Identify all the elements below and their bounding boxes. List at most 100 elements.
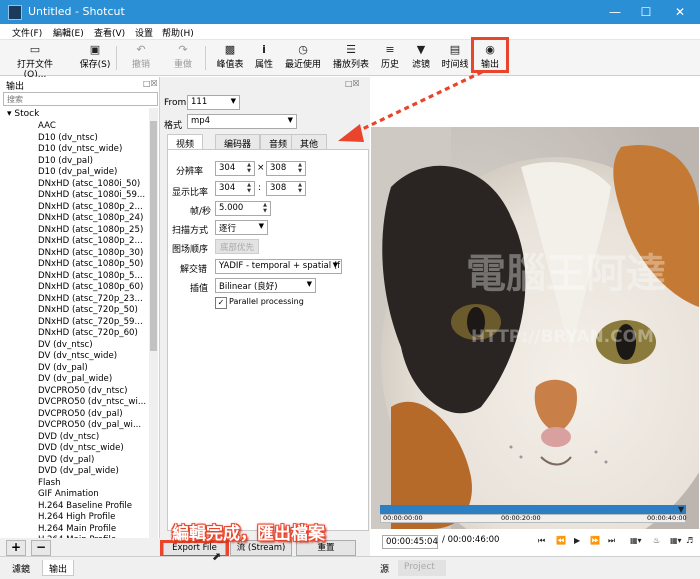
aspect-height-input[interactable]: 308 ▲ ▼ xyxy=(266,181,306,196)
preset-item[interactable]: DNxHD (atsc_1080p_60) xyxy=(38,282,143,292)
tab-filters[interactable]: 濾鏡 xyxy=(6,560,36,576)
menu-file[interactable]: 文件(F) xyxy=(12,26,42,39)
minimize-button[interactable]: — xyxy=(598,0,632,24)
preset-item[interactable]: DVD (dv_pal_wide) xyxy=(38,466,119,476)
aspect-width-input[interactable]: 304 ▲ ▼ xyxy=(215,181,255,196)
menu-edit[interactable]: 編輯(E) xyxy=(53,26,84,39)
remove-preset-button[interactable]: − xyxy=(31,540,51,556)
scrollbar-thumb[interactable] xyxy=(150,121,157,351)
tab-source[interactable]: 源 xyxy=(374,560,395,576)
preset-item[interactable]: DVCPRO50 (dv_pal_wi... xyxy=(38,420,141,430)
preset-item[interactable]: DVCPRO50 (dv_ntsc) xyxy=(38,386,128,396)
add-preset-button[interactable]: + xyxy=(6,540,26,556)
preset-item[interactable]: DNxHD (atsc_1080p_24) xyxy=(38,213,143,223)
tab-other[interactable]: 其他 xyxy=(291,134,328,150)
tab-codec[interactable]: 编码器 xyxy=(215,134,261,150)
playhead-icon[interactable]: ▼ xyxy=(678,505,686,514)
preset-item[interactable]: DNxHD (atsc_1080p_25) xyxy=(38,225,143,235)
preset-item[interactable]: AAC xyxy=(38,121,56,131)
preset-item[interactable]: DNxHD (atsc_720p_59... xyxy=(38,317,143,327)
properties-label: 属性 xyxy=(254,60,273,70)
preset-item[interactable]: DVCPRO50 (dv_pal) xyxy=(38,409,123,419)
preset-item[interactable]: DVD (dv_ntsc) xyxy=(38,432,99,442)
recent-button[interactable]: ◷ 最近使用 xyxy=(282,43,324,73)
preset-item[interactable]: DNxHD (atsc_1080i_50) xyxy=(38,179,140,189)
preset-item[interactable]: DNxHD (atsc_720p_23... xyxy=(38,294,143,304)
preset-search-input[interactable] xyxy=(3,92,158,106)
redo-button[interactable]: ↷ 重做 xyxy=(166,43,200,73)
preset-item[interactable]: DNxHD (atsc_1080p_30) xyxy=(38,248,143,258)
play-icon[interactable]: ▶ xyxy=(574,536,580,545)
preset-item[interactable]: D10 (dv_ntsc_wide) xyxy=(38,144,122,154)
maximize-button[interactable]: ☐ xyxy=(629,0,663,24)
deinterlace-select[interactable]: YADIF - temporal + spatial (f ▼ xyxy=(215,259,342,274)
zoom-icon[interactable]: ▦▾ xyxy=(630,536,642,545)
preset-item[interactable]: DNxHD (atsc_1080p_5... xyxy=(38,271,143,281)
preset-item[interactable]: DNxHD (atsc_1080p_2... xyxy=(38,236,143,246)
volume-icon[interactable]: ♨ xyxy=(653,536,660,545)
preset-item[interactable]: DVCPRO50 (dv_ntsc_wi... xyxy=(38,397,146,407)
interpolation-select[interactable]: Bilinear (良好) ▼ xyxy=(215,278,316,293)
resolution-height-input[interactable]: 308 ▲ ▼ xyxy=(266,161,306,176)
preset-item[interactable]: DV (dv_pal) xyxy=(38,363,88,373)
stock-label: Stock xyxy=(14,109,40,119)
preset-item[interactable]: DNxHD (atsc_1080p_50) xyxy=(38,259,143,269)
menu-help[interactable]: 帮助(H) xyxy=(162,26,194,39)
preset-item[interactable]: DNxHD (atsc_1080p_2... xyxy=(38,202,143,212)
deinterlace-label: 解交错 xyxy=(180,265,208,275)
preset-item[interactable]: H.264 Main Profile xyxy=(38,524,116,534)
preset-item[interactable]: D10 (dv_pal) xyxy=(38,156,93,166)
close-button[interactable]: ✕ xyxy=(663,0,697,24)
panel-float-icon[interactable]: □☒ xyxy=(143,79,158,88)
save-button[interactable]: ▣ 保存(S) xyxy=(78,43,112,73)
peak-meter-icon: ▩ xyxy=(224,43,236,56)
preset-item[interactable]: DV (dv_pal_wide) xyxy=(38,374,112,384)
preset-item[interactable]: GIF Animation xyxy=(38,489,99,499)
preset-item[interactable]: DNxHD (atsc_720p_50) xyxy=(38,305,138,315)
preset-list[interactable]: ▾ Stock AAC D10 (dv_ntsc) D10 (dv_ntsc_wid… xyxy=(3,108,149,538)
menu-settings[interactable]: 设置 xyxy=(135,26,153,39)
aspect-w-value: 304 xyxy=(219,183,236,193)
preset-item[interactable]: DV (dv_ntsc_wide) xyxy=(38,351,117,361)
preset-item[interactable]: H.264 High Profile xyxy=(38,512,115,522)
dropdown-arrow-icon: ▼ xyxy=(306,280,312,288)
fast-forward-icon[interactable]: ⏩ xyxy=(590,536,600,545)
timecode-input[interactable]: 00:00:45:04 xyxy=(382,535,438,549)
parallel-processing-checkbox[interactable]: ✓ xyxy=(215,297,227,309)
preset-item[interactable]: D10 (dv_ntsc) xyxy=(38,133,98,143)
fps-input[interactable]: 5.000 ▲ ▼ xyxy=(215,201,271,216)
preset-item[interactable]: DNxHD (atsc_720p_60) xyxy=(38,328,138,338)
skip-previous-icon[interactable]: ⏮ xyxy=(538,536,545,546)
preset-item[interactable]: DV (dv_ntsc) xyxy=(38,340,93,350)
timeline-ruler[interactable]: 00:00:00:00 00:00:20:00 00:00:40:00 ▼ xyxy=(380,505,687,525)
open-file-button[interactable]: ▭ 打开文件(O)... xyxy=(6,43,64,80)
rewind-icon[interactable]: ⏪ xyxy=(556,536,566,545)
tab-video[interactable]: 视频 xyxy=(167,134,204,150)
preset-item[interactable]: DVD (dv_pal) xyxy=(38,455,94,465)
tab-project[interactable]: Project xyxy=(398,560,446,576)
preset-item[interactable]: H.264 Baseline Profile xyxy=(38,501,132,511)
transport-controls: 00:00:45:04 / 00:00:46:00 ⏮ ⏪ ▶ ⏩ ⏭ ▦▾ ♨… xyxy=(370,532,700,552)
preset-item[interactable]: D10 (dv_pal_wide) xyxy=(38,167,117,177)
preset-item[interactable]: Flash xyxy=(38,478,61,488)
volume-speaker-icon[interactable]: ♬ xyxy=(686,536,693,545)
preset-item[interactable]: DVD (dv_ntsc_wide) xyxy=(38,443,124,453)
preset-item[interactable]: DNxHD (atsc_1080i_59... xyxy=(38,190,145,200)
grid-icon[interactable]: ▦▾ xyxy=(670,536,682,545)
undo-button[interactable]: ↶ 撤销 xyxy=(124,43,158,73)
from-value: 111 xyxy=(191,97,208,107)
properties-button[interactable]: i 属性 xyxy=(250,43,278,73)
field-order-select[interactable]: 底部优先 xyxy=(215,239,259,254)
resolution-width-input[interactable]: 304 ▲ ▼ xyxy=(215,161,255,176)
peak-meter-button[interactable]: ▩ 峰值表 xyxy=(213,43,247,73)
skip-next-icon[interactable]: ⏭ xyxy=(608,536,615,546)
video-frame[interactable]: 電腦王阿達 HTTP://BRYAN.COM xyxy=(371,127,699,529)
timeline-range-bar[interactable] xyxy=(380,505,686,514)
from-select[interactable]: 111 ▼ xyxy=(187,95,240,110)
tree-header-stock[interactable]: ▾ Stock xyxy=(7,109,39,119)
scan-mode-select[interactable]: 逐行 ▼ xyxy=(215,220,268,235)
tab-export[interactable]: 输出 xyxy=(42,560,75,576)
menu-view[interactable]: 查看(V) xyxy=(94,26,125,39)
menu-bar: 文件(F) 編輯(E) 查看(V) 设置 帮助(H) xyxy=(0,24,700,40)
format-select[interactable]: mp4 ▼ xyxy=(187,114,297,129)
